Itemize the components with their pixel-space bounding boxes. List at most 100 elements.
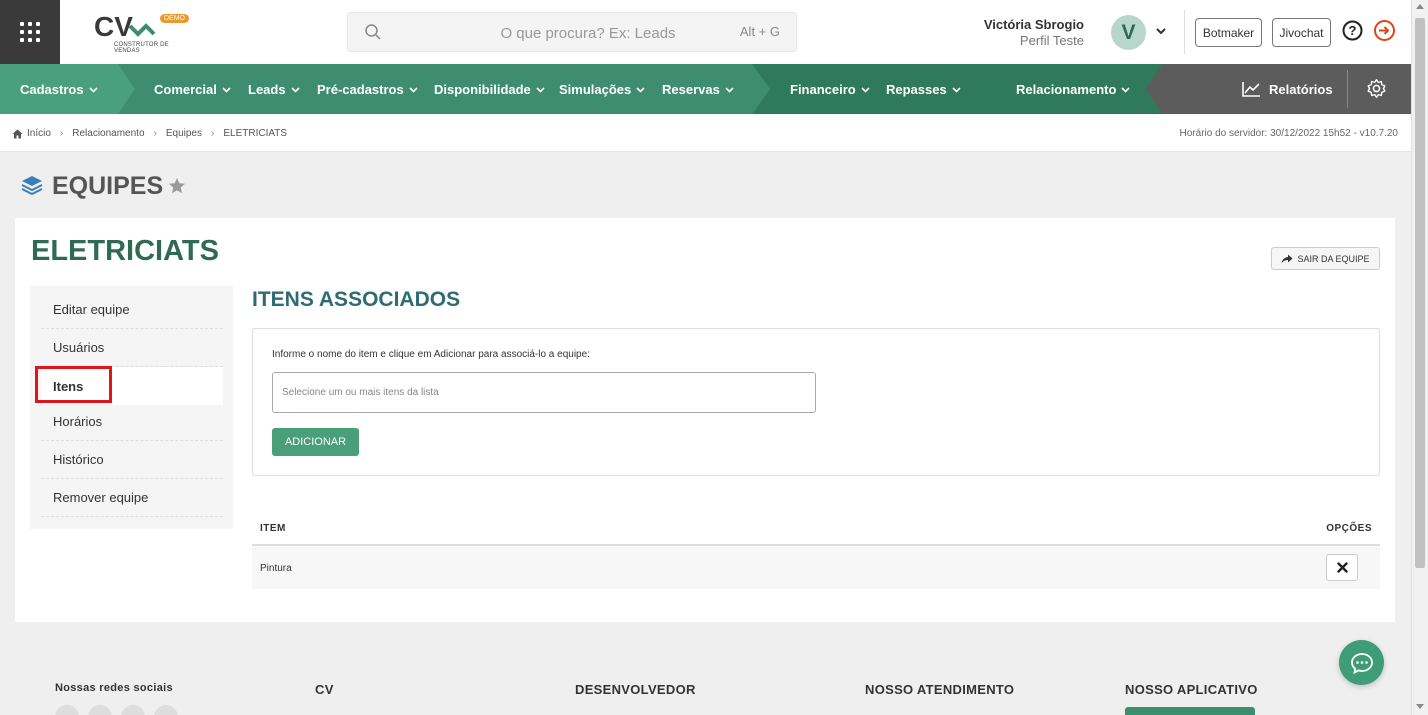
chevron-down-icon	[89, 86, 98, 93]
gear-icon[interactable]	[1366, 78, 1387, 99]
facebook-icon[interactable]	[55, 705, 79, 715]
logo[interactable]: CV DEMO CONSTRUTOR DE VENDAS	[94, 11, 189, 54]
footer-cv-title: CV	[315, 682, 334, 697]
breadcrumb-item-current: ELETRICIATS	[223, 128, 288, 139]
section-title: ITENS ASSOCIADOS	[252, 288, 461, 311]
breadcrumb: Início › Relacionamento › Equipes › ELET…	[12, 128, 287, 139]
leave-team-button[interactable]: SAIR DA EQUIPE	[1271, 247, 1380, 270]
chevron-down-icon	[636, 86, 645, 93]
nav-reservas[interactable]: Reservas	[662, 64, 734, 114]
user-name[interactable]: Victória Sbrogio	[984, 17, 1084, 32]
chevron-right-icon: ›	[153, 128, 157, 139]
line-chart-icon	[1242, 82, 1260, 97]
chevron-down-icon	[861, 86, 870, 93]
footer-support-title: NOSSO ATENDIMENTO	[865, 682, 1015, 697]
nav-leads[interactable]: Leads	[248, 64, 300, 114]
nav-comercial[interactable]: Comercial	[154, 64, 231, 114]
menu-item-horarios[interactable]: Horários	[41, 403, 223, 441]
breadcrumb-item-equipes[interactable]: Equipes	[166, 128, 202, 139]
breadcrumb-item-relacionamento[interactable]: Relacionamento	[72, 128, 144, 139]
svg-text:CV: CV	[94, 12, 133, 42]
chevron-down-icon	[1121, 86, 1130, 93]
search-icon	[365, 24, 381, 40]
add-item-button[interactable]: ADICIONAR	[272, 428, 359, 456]
menu-item-editar-equipe[interactable]: Editar equipe	[41, 291, 223, 329]
table-row: Pintura	[252, 547, 1380, 589]
team-side-menu: Editar equipe Usuários Itens Horários Hi…	[30, 286, 233, 529]
main-nav: Cadastros Comercial Leads Pré-cadastros …	[0, 64, 1411, 114]
nav-financeiro[interactable]: Financeiro	[790, 64, 870, 114]
scroll-up-arrow-icon[interactable]	[1416, 4, 1424, 9]
linkedin-icon[interactable]	[121, 705, 145, 715]
nav-pre-cadastros[interactable]: Pré-cadastros	[317, 64, 418, 114]
nav-disponibilidade[interactable]: Disponibilidade	[434, 64, 545, 114]
page-title-row: EQUIPES	[20, 170, 186, 202]
breadcrumb-item-inicio[interactable]: Início	[27, 128, 51, 139]
nav-repasses[interactable]: Repasses	[886, 64, 961, 114]
remove-item-button[interactable]	[1326, 554, 1358, 581]
logout-icon[interactable]	[1373, 19, 1396, 42]
chevron-down-icon	[952, 86, 961, 93]
youtube-icon[interactable]	[154, 705, 178, 715]
social-icons-row	[55, 705, 187, 715]
chevron-down-icon	[409, 86, 418, 93]
nav-label: Simulações	[559, 81, 632, 97]
active-item-highlight	[35, 366, 112, 403]
chat-icon	[1350, 652, 1373, 674]
jivochat-button[interactable]: Jivochat	[1272, 18, 1331, 47]
footer-app-title: NOSSO APLICATIVO	[1125, 682, 1258, 697]
associate-item-panel: Informe o nome do item e clique em Adici…	[252, 328, 1380, 476]
search-box[interactable]: Alt + G	[347, 12, 797, 52]
leave-team-label: SAIR DA EQUIPE	[1297, 253, 1370, 264]
chevron-down-icon	[725, 86, 734, 93]
chevron-right-icon: ›	[211, 128, 215, 139]
logo-subtitle: CONSTRUTOR DE VENDAS	[114, 42, 169, 54]
menu-item-usuarios[interactable]: Usuários	[41, 329, 223, 367]
top-bar: CV DEMO CONSTRUTOR DE VENDAS Alt + G Vic…	[0, 0, 1411, 64]
instagram-icon[interactable]	[88, 705, 112, 715]
nav-relatorios[interactable]: Relatórios	[1242, 64, 1333, 114]
breadcrumb-bar: Início › Relacionamento › Equipes › ELET…	[0, 114, 1411, 152]
chevron-down-icon	[536, 86, 545, 93]
nav-label: Pré-cadastros	[317, 81, 404, 97]
nav-simulacoes[interactable]: Simulações	[559, 64, 645, 114]
logo-mark: CV	[94, 11, 156, 42]
chat-button[interactable]	[1339, 640, 1384, 685]
app-store-badge[interactable]	[1125, 707, 1255, 715]
divider	[1347, 70, 1348, 108]
items-table-header: ITEM OPÇÕES	[252, 511, 1380, 546]
scroll-down-arrow-icon[interactable]	[1416, 704, 1424, 709]
nav-label: Leads	[248, 81, 286, 97]
team-card: ELETRICIATS SAIR DA EQUIPE Editar equipe…	[15, 218, 1395, 622]
footer-dev-title: DESENVOLVEDOR	[575, 682, 696, 697]
search-input[interactable]	[468, 22, 708, 44]
chevron-right-icon: ›	[59, 128, 64, 139]
nav-cadastros[interactable]: Cadastros	[20, 64, 98, 114]
nav-relacionamento[interactable]: Relacionamento	[1016, 64, 1130, 114]
menu-item-historico[interactable]: Histórico	[41, 441, 223, 479]
close-icon	[1336, 562, 1348, 573]
share-arrow-icon	[1281, 254, 1293, 263]
team-name: ELETRICIATS	[31, 235, 219, 267]
scroll-thumb[interactable]	[1415, 18, 1425, 568]
item-select-input[interactable]	[272, 372, 816, 413]
page-title: EQUIPES	[52, 171, 164, 200]
chevron-down-icon	[222, 86, 231, 93]
footer-social-title: Nossas redes sociais	[55, 682, 173, 694]
column-header-item: ITEM	[260, 523, 286, 534]
menu-item-remover-equipe[interactable]: Remover equipe	[41, 479, 223, 517]
botmaker-button[interactable]: Botmaker	[1195, 18, 1262, 47]
page-scrollbar[interactable]	[1411, 0, 1428, 715]
apps-grid-button[interactable]	[0, 0, 60, 64]
help-icon[interactable]: ?	[1342, 20, 1363, 41]
user-profile: Perfil Teste	[1019, 33, 1084, 48]
logo-demo-badge: DEMO	[160, 14, 189, 23]
star-icon[interactable]	[168, 177, 186, 195]
nav-label: Relatórios	[1269, 81, 1333, 97]
avatar[interactable]: V	[1111, 15, 1146, 50]
chevron-down-icon	[291, 86, 300, 93]
nav-label: Disponibilidade	[434, 81, 531, 97]
stack-icon	[21, 176, 43, 196]
chevron-down-icon[interactable]	[1154, 24, 1168, 38]
nav-label: Relacionamento	[1016, 81, 1117, 97]
